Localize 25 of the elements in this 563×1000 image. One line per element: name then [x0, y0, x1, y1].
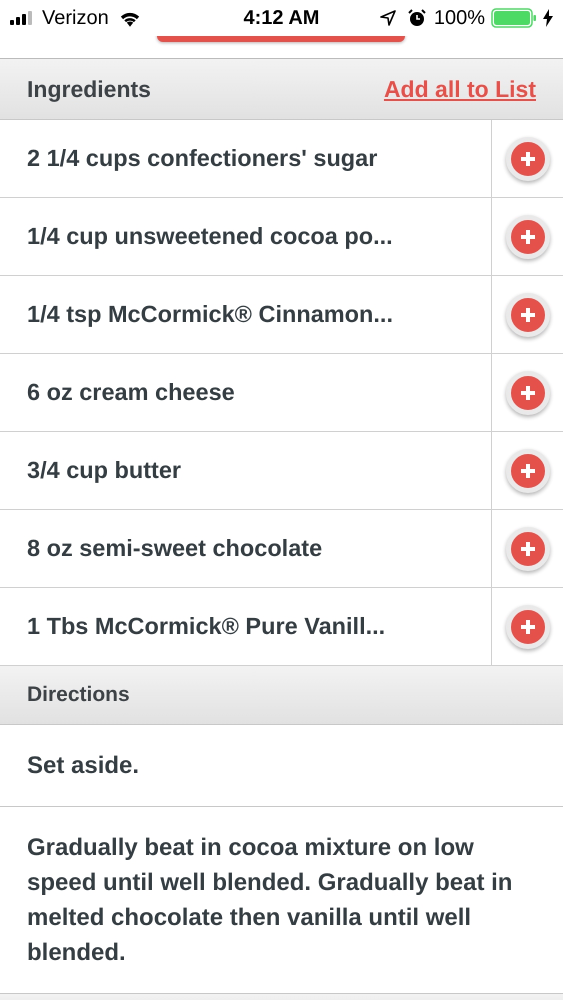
ingredient-text[interactable]: 1 Tbs McCormick® Pure Vanill...: [0, 588, 491, 665]
direction-step: Gradually beat in cocoa mixture on low speed until well blended. Gradually beat in melted chocolate then vanilla until well blended.: [27, 834, 512, 966]
ingredient-text[interactable]: 3/4 cup butter: [0, 432, 491, 509]
add-button[interactable]: [506, 292, 550, 336]
add-button[interactable]: [506, 604, 550, 648]
charging-bolt-icon: [543, 9, 553, 27]
ingredient-text[interactable]: 1/4 tsp McCormick® Cinnamon...: [0, 276, 491, 353]
ingredient-text[interactable]: 8 oz semi-sweet chocolate: [0, 510, 491, 587]
ingredient-text[interactable]: 2 1/4 cups confectioners' sugar: [0, 120, 491, 197]
clock-time: 4:12 AM: [244, 6, 320, 30]
section-title: Ingredients: [27, 76, 151, 102]
ingredient-text[interactable]: 6 oz cream cheese: [0, 354, 491, 431]
battery-percent: 100%: [434, 6, 485, 30]
alarm-clock-icon: [408, 9, 426, 27]
battery-icon: [491, 8, 537, 28]
carrier-name: Verizon: [42, 6, 109, 30]
ingredient-text[interactable]: 1/4 cup unsweetened cocoa po...: [0, 198, 491, 275]
add-button[interactable]: [506, 136, 550, 180]
add-button[interactable]: [506, 214, 550, 258]
add-button[interactable]: [506, 370, 550, 414]
direction-step: Set aside.: [27, 752, 140, 779]
add-button[interactable]: [506, 526, 550, 570]
location-arrow-icon: [380, 10, 396, 26]
section-title: Directions: [27, 683, 130, 707]
add-button[interactable]: [506, 448, 550, 492]
